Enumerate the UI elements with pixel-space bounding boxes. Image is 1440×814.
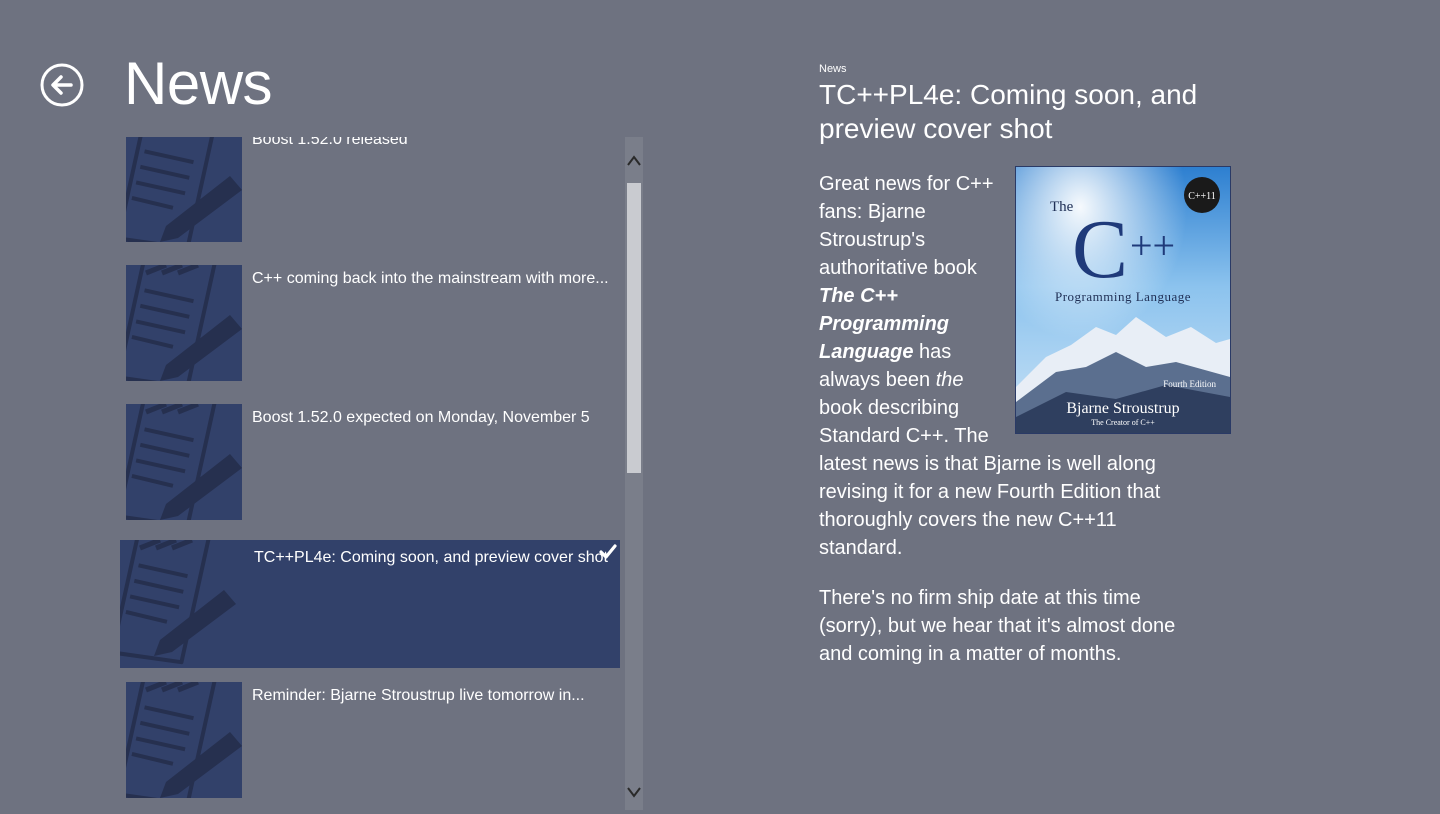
cover-author-text: Bjarne Stroustrup [1066,400,1179,417]
the-emphasis: the [935,369,964,391]
news-item-title: TC++PL4e: Coming soon, and preview cover… [254,549,608,566]
back-button[interactable] [40,63,84,107]
notepad-pencil-icon [126,404,242,520]
cover-c-text: C [1072,203,1128,296]
book-cover-image: C++11 The C ++ Programming Language Four… [1015,166,1231,434]
article-paragraph-2: There's no firm ship date at this time (… [819,587,1176,665]
news-item-title: Boost 1.52.0 released [252,137,408,148]
cover-badge-text: C++11 [1188,191,1216,202]
cover-subtitle-text: Programming Language [1055,289,1191,304]
article-category: News [819,63,847,75]
scroll-up-button[interactable] [625,139,643,179]
scroll-thumb[interactable] [627,183,641,473]
page-title: News [124,50,273,117]
notepad-pencil-icon [126,137,242,242]
scroll-down-button[interactable] [625,770,643,810]
back-arrow-icon [40,63,84,107]
chevron-up-icon [627,155,641,166]
cover-plus-text: ++ [1130,223,1175,268]
cover-edition-text: Fourth Edition [1163,379,1216,389]
paragraph-1-lead: Great news for C++ fans: Bjarne Stroustr… [819,173,994,279]
article-title: TC++PL4e: Coming soon, and preview cover… [819,79,1198,144]
list-scrollbar[interactable] [625,137,643,810]
news-list-item[interactable]: Reminder: Bjarne Stroustrup live tomorro… [118,678,622,803]
checkmark-icon [598,542,618,562]
news-list-item[interactable]: C++ coming back into the mainstream with… [118,261,622,386]
news-item-title: Boost 1.52.0 expected on Monday, Novembe… [252,409,590,426]
chevron-down-icon [627,787,641,798]
news-item-title: Reminder: Bjarne Stroustrup live tomorro… [252,687,585,704]
article-detail: News TC++PL4e: Coming soon, and preview … [819,60,1231,690]
news-list-item[interactable]: Boost 1.52.0 released [118,137,622,247]
cover-tagline-text: The Creator of C++ [1091,418,1155,427]
news-list-item[interactable]: TC++PL4e: Coming soon, and preview cover… [120,540,620,668]
cover-the-text: The [1050,199,1074,215]
news-item-title: C++ coming back into the mainstream with… [252,270,609,287]
notepad-pencil-icon [126,265,242,381]
notepad-pencil-icon [120,540,236,668]
notepad-pencil-icon [126,682,242,798]
news-list[interactable]: Boost 1.52.0 released C++ coming back int… [118,137,622,810]
news-list-item[interactable]: Boost 1.52.0 expected on Monday, Novembe… [118,400,622,525]
article-body: C++11 The C ++ Programming Language Four… [819,166,1231,668]
